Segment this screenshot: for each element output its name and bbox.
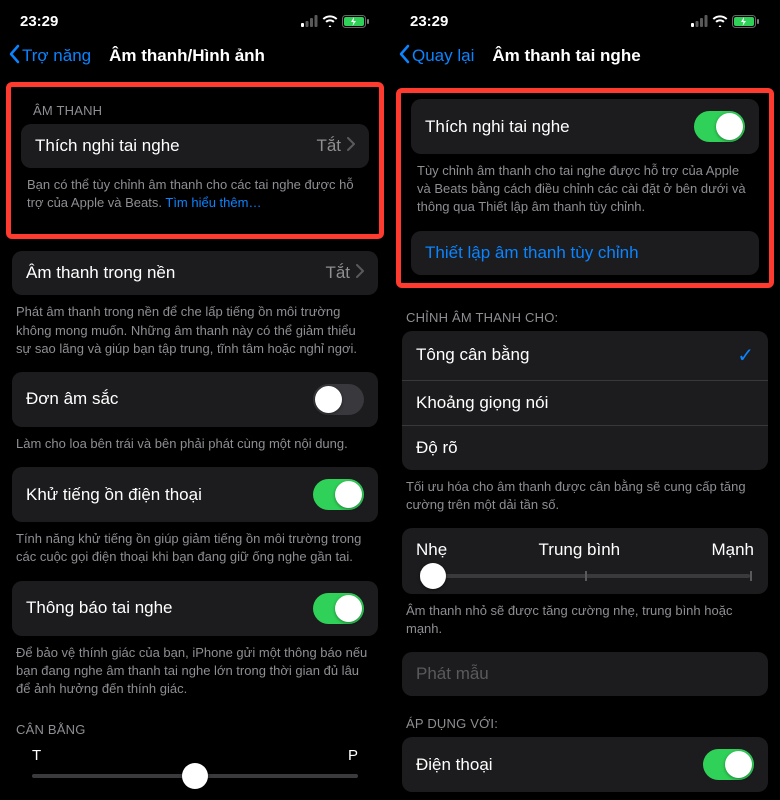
- toggle-apply-phone[interactable]: [703, 749, 754, 780]
- footer-headphone-notif: Để bảo vệ thính giác của bạn, iPhone gửi…: [0, 636, 390, 713]
- chevron-right-icon: [347, 136, 355, 156]
- footer-bg-sounds: Phát âm thanh trong nền để che lấp tiếng…: [0, 295, 390, 372]
- row-play-sample[interactable]: Phát mẫu: [402, 652, 768, 696]
- section-header-apply: ÁP DỤNG VỚI:: [390, 696, 780, 737]
- learn-more-link[interactable]: Tìm hiểu thêm…: [165, 195, 261, 210]
- slider-thumb[interactable]: [182, 763, 208, 789]
- row-headphone-accommodations[interactable]: Thích nghi tai nghe Tắt: [21, 124, 369, 168]
- row-label: Tông cân bằng: [416, 345, 737, 365]
- chevron-right-icon: [356, 263, 364, 283]
- row-label: Khoảng giọng nói: [416, 393, 754, 413]
- section-header-tune: CHỈNH ÂM THANH CHO:: [390, 300, 780, 331]
- phone-right: 23:29 Quay lại Âm thanh tai nghe Thích n…: [390, 0, 780, 800]
- footer-noise-cancel: Tính năng khử tiếng ồn giúp giảm tiếng ồ…: [0, 522, 390, 580]
- balance-right-label: P: [348, 747, 358, 764]
- back-label: Trợ năng: [22, 46, 91, 66]
- row-label: Thích nghi tai nghe: [425, 117, 694, 137]
- phone-left: 23:29 Trợ năng Âm thanh/Hình ảnh ÂM THAN…: [0, 0, 390, 800]
- cellular-icon: [301, 15, 318, 27]
- back-button[interactable]: Trợ năng: [8, 44, 91, 69]
- row-value: Tắt: [316, 136, 341, 156]
- status-right: [691, 15, 760, 28]
- row-label: Khử tiếng ồn điện thoại: [26, 485, 313, 505]
- row-noise-cancellation[interactable]: Khử tiếng ồn điện thoại: [12, 467, 378, 522]
- toggle-noise-cancel[interactable]: [313, 479, 364, 510]
- wifi-icon: [712, 15, 728, 27]
- row-tune-vocal[interactable]: Khoảng giọng nói: [402, 381, 768, 426]
- battery-charging-icon: [732, 15, 760, 28]
- row-background-sounds[interactable]: Âm thanh trong nền Tắt: [12, 251, 378, 295]
- nav-header: Quay lại Âm thanh tai nghe: [390, 34, 780, 78]
- slider-label-right: Mạnh: [711, 540, 754, 560]
- checkmark-icon: ✓: [737, 343, 754, 368]
- battery-charging-icon: [342, 15, 370, 28]
- toggle-accommodations[interactable]: [694, 111, 745, 142]
- row-label: Thích nghi tai nghe: [35, 136, 316, 156]
- row-headphone-accommodations-toggle[interactable]: Thích nghi tai nghe: [411, 99, 759, 154]
- section-header-audio: ÂM THANH: [17, 93, 373, 124]
- back-label: Quay lại: [412, 46, 474, 66]
- status-right: [301, 15, 370, 28]
- nav-title: Âm thanh tai nghe: [492, 46, 768, 66]
- balance-left-label: T: [32, 747, 41, 764]
- settings-content: ÂM THANH Thích nghi tai nghe Tắt Bạn có …: [0, 82, 390, 798]
- section-header-balance: CÂN BẰNG: [0, 712, 390, 743]
- row-label: Độ rõ: [416, 438, 754, 458]
- toggle-headphone-notif[interactable]: [313, 593, 364, 624]
- status-bar: 23:29: [390, 0, 780, 34]
- boost-slider[interactable]: [420, 574, 750, 578]
- slider-label-left: Nhẹ: [416, 540, 447, 560]
- row-tune-balanced[interactable]: Tông cân bằng ✓: [402, 331, 768, 381]
- status-time: 23:29: [20, 13, 58, 30]
- highlight-box: Thích nghi tai nghe Tùy chỉnh âm thanh c…: [396, 88, 774, 288]
- toggle-mono[interactable]: [313, 384, 364, 415]
- row-apply-phone[interactable]: Điện thoại: [402, 737, 768, 792]
- row-value: Tắt: [325, 263, 350, 283]
- row-mono-audio[interactable]: Đơn âm sắc: [12, 372, 378, 427]
- row-label: Âm thanh trong nền: [26, 263, 325, 283]
- back-button[interactable]: Quay lại: [398, 44, 474, 69]
- row-label: Thiết lập âm thanh tùy chỉnh: [425, 243, 745, 263]
- row-custom-audio-setup[interactable]: Thiết lập âm thanh tùy chỉnh: [411, 231, 759, 275]
- row-headphone-notifications[interactable]: Thông báo tai nghe: [12, 581, 378, 636]
- chevron-left-icon: [8, 44, 20, 69]
- balance-slider-group: T P: [12, 743, 378, 778]
- chevron-left-icon: [398, 44, 410, 69]
- wifi-icon: [322, 15, 338, 27]
- footer-slider: Âm thanh nhỏ sẽ được tăng cường nhẹ, tru…: [390, 594, 780, 652]
- slider-label-mid: Trung bình: [539, 540, 621, 560]
- footer-mono: Làm cho loa bên trái và bên phải phát cù…: [0, 427, 390, 467]
- footer-accom: Tùy chỉnh âm thanh cho tai nghe được hỗ …: [407, 154, 763, 231]
- highlight-box: ÂM THANH Thích nghi tai nghe Tắt Bạn có …: [6, 82, 384, 239]
- footer-tune: Tối ưu hóa cho âm thanh được cân bằng sẽ…: [390, 470, 780, 528]
- cellular-icon: [691, 15, 708, 27]
- status-time: 23:29: [410, 13, 448, 30]
- row-label: Đơn âm sắc: [26, 389, 313, 409]
- settings-content: Thích nghi tai nghe Tùy chỉnh âm thanh c…: [390, 88, 780, 800]
- slider-thumb[interactable]: [420, 563, 446, 589]
- footer-headphone-accom: Bạn có thể tùy chỉnh âm thanh cho các ta…: [17, 168, 373, 226]
- row-label: Điện thoại: [416, 755, 703, 775]
- row-label: Thông báo tai nghe: [26, 598, 313, 618]
- nav-title: Âm thanh/Hình ảnh: [109, 46, 378, 66]
- row-tune-brightness[interactable]: Độ rõ: [402, 426, 768, 470]
- boost-slider-group: Nhẹ Trung bình Mạnh: [402, 528, 768, 594]
- row-label: Phát mẫu: [416, 664, 754, 684]
- balance-slider[interactable]: [32, 774, 358, 778]
- status-bar: 23:29: [0, 0, 390, 34]
- nav-header: Trợ năng Âm thanh/Hình ảnh: [0, 34, 390, 78]
